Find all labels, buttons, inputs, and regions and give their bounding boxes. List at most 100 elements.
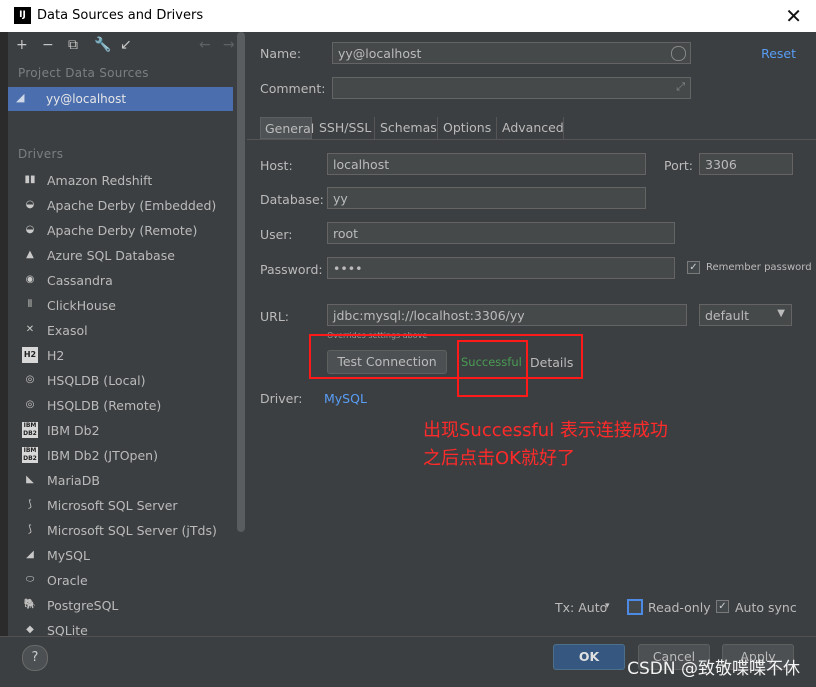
url-label: URL: [260,309,290,324]
driver-label: Azure SQL Database [47,248,175,263]
user-input[interactable]: root [327,222,675,244]
remember-password-checkbox[interactable]: ✓ [687,261,700,274]
ibm-db2-icon: IBM DB2 [22,422,38,438]
driver-item[interactable]: ◆ SQLite [18,620,238,636]
wrench-icon[interactable]: 🔧 [94,37,111,53]
comment-input[interactable]: ⤢ [332,77,691,99]
sidebar-scrollbar[interactable] [237,32,245,532]
driver-label: H2 [47,348,65,363]
driver-item[interactable]: ◉ Cassandra [18,270,238,292]
postgresql-icon: 🐘 [23,599,37,610]
comment-label: Comment: [260,81,326,96]
sidebar-edge [0,32,8,686]
name-label: Name: [260,46,302,61]
sqlite-icon: ◆ [26,624,34,635]
driver-item[interactable]: ◎ HSQLDB (Local) [18,370,238,392]
close-icon[interactable]: ✕ [785,4,802,28]
driver-item[interactable]: ✕ Exasol [18,320,238,342]
data-source-item[interactable]: ◢ yy@localhost [8,87,233,111]
driver-label: MySQL [47,548,90,563]
host-input[interactable]: localhost [327,153,646,175]
driver-label: Oracle [47,573,88,588]
driver-label: IBM Db2 (JTOpen) [47,448,158,463]
ibm-db2-icon: IBM DB2 [22,447,38,463]
mariadb-icon: ◣ [26,474,34,485]
oracle-icon: ⬭ [25,574,35,585]
name-value: yy@localhost [338,46,422,61]
ok-button[interactable]: OK [553,644,625,670]
driver-label: SQLite [47,623,88,636]
database-input[interactable]: yy [327,187,646,209]
mssql-icon: ⟆ [28,499,32,510]
auto-sync-checkbox[interactable]: ✓ [716,600,729,613]
port-input[interactable]: 3306 [699,153,793,175]
driver-label: Apache Derby (Embedded) [47,198,217,213]
driver-item[interactable]: ◎ HSQLDB (Remote) [18,395,238,417]
data-source-label: yy@localhost [46,92,127,106]
driver-item[interactable]: ⟆ Microsoft SQL Server (jTds) [18,520,238,542]
tx-mode-select[interactable]: Tx: Auto [555,600,607,615]
expand-icon[interactable]: ⤢ [676,80,685,94]
remove-icon[interactable]: − [42,37,54,53]
tab-schemas[interactable]: Schemas [376,117,438,139]
driver-label: ClickHouse [47,298,116,313]
chevron-down-icon: ▼ [777,308,785,319]
url-input[interactable]: jdbc:mysql://localhost:3306/yy [327,304,687,326]
duplicate-icon[interactable]: ⧉ [68,37,78,53]
driver-label: Amazon Redshift [47,173,153,188]
driver-label: HSQLDB (Remote) [47,398,162,413]
password-input[interactable]: •••• [327,257,675,279]
driver-link[interactable]: MySQL [324,391,367,406]
exasol-icon: ✕ [25,324,35,335]
reset-link[interactable]: Reset [761,46,796,61]
driver-label: Microsoft SQL Server [47,498,178,513]
url-mode-select[interactable]: default ▼ [699,304,792,326]
driver-item[interactable]: ◒ Apache Derby (Embedded) [18,195,238,217]
color-picker-icon[interactable] [671,46,686,61]
read-only-label: Read-only [648,600,711,615]
redshift-icon: ▮▮ [24,174,36,185]
remember-password-label: Remember password [706,262,812,273]
driver-item[interactable]: ▲ Azure SQL Database [18,245,238,267]
forward-arrow-icon[interactable]: → [223,37,235,53]
driver-item[interactable]: IBM DB2 IBM Db2 (JTOpen) [18,445,238,467]
user-label: User: [260,227,293,242]
cassandra-icon: ◉ [25,274,35,285]
hsqldb-icon: ◎ [25,399,35,410]
dialog-footer: ? OK Cancel Apply CSDN @致敬喋喋不休 [0,636,816,687]
read-only-checkbox[interactable] [627,599,643,615]
tab-general[interactable]: General [260,117,314,139]
tab-ssh-ssl[interactable]: SSH/SSL [315,117,375,139]
driver-item[interactable]: IBM DB2 IBM Db2 [18,420,238,442]
project-data-sources-header: Project Data Sources [18,66,149,80]
make-global-icon[interactable]: ↙ [120,37,132,53]
sidebar: + − ⧉ 🔧 ↙ ← → Project Data Sources ◢ yy@… [0,32,247,686]
database-label: Database: [260,192,324,207]
driver-label: IBM Db2 [47,423,100,438]
tab-advanced[interactable]: Advanced [498,117,564,139]
driver-item[interactable]: ⬭ Oracle [18,570,238,592]
driver-item[interactable]: H2 H2 [18,345,238,367]
window-title: Data Sources and Drivers [37,8,204,23]
driver-item[interactable]: ◢ MySQL [18,545,238,567]
sidebar-toolbar: + − ⧉ 🔧 ↙ ← → [8,32,247,60]
driver-item[interactable]: ◣ MariaDB [18,470,238,492]
help-button[interactable]: ? [22,645,48,671]
add-icon[interactable]: + [16,37,28,53]
hsqldb-icon: ◎ [25,374,35,385]
driver-item[interactable]: ▮▮ Amazon Redshift [18,170,238,192]
driver-item[interactable]: ⟆ Microsoft SQL Server [18,495,238,517]
name-input[interactable]: yy@localhost [332,42,691,64]
driver-label: Cassandra [47,273,113,288]
driver-item[interactable]: 🐘 PostgreSQL [18,595,238,617]
tab-options[interactable]: Options [439,117,497,139]
drivers-header: Drivers [18,147,64,161]
driver-item[interactable]: ◒ Apache Derby (Remote) [18,220,238,242]
driver-item[interactable]: ⦀ ClickHouse [18,295,238,317]
driver-label: Apache Derby (Remote) [47,223,198,238]
annotation-text-line1: 出现Successful 表示连接成功 [423,420,668,441]
host-label: Host: [260,158,293,173]
h2-icon: H2 [22,347,38,363]
back-arrow-icon[interactable]: ← [199,37,211,53]
driver-label: Microsoft SQL Server (jTds) [47,523,217,538]
